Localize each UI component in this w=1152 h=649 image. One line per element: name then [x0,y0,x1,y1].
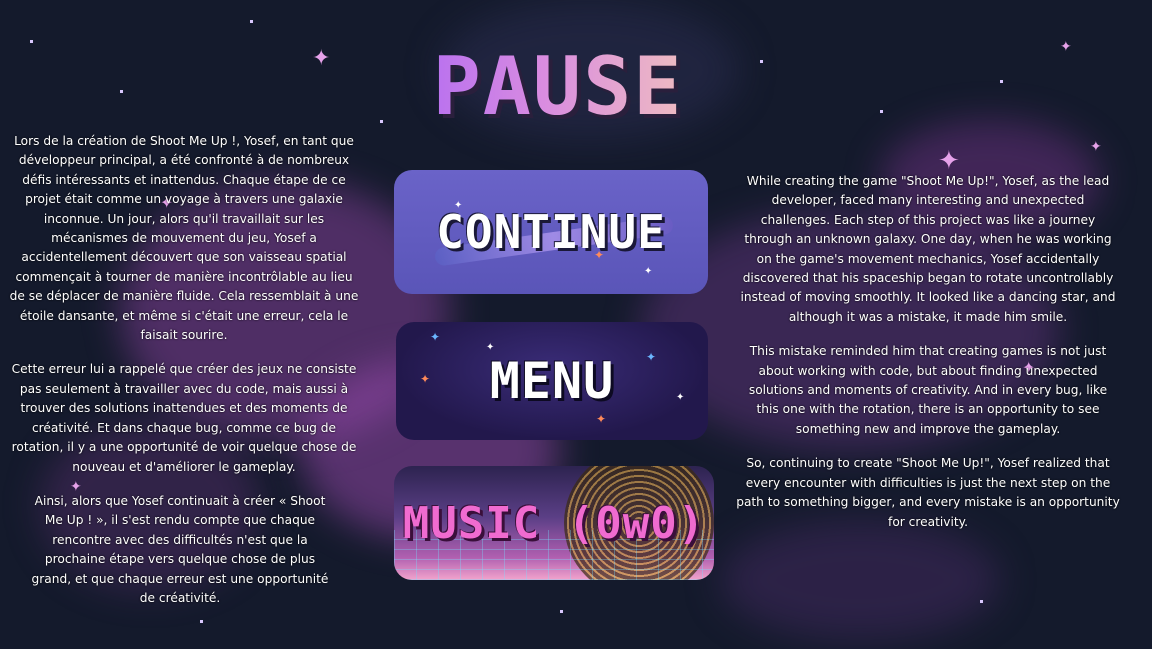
story-en-paragraph-1: While creating the game "Shoot Me Up!", … [740,174,1116,324]
story-text-english: While creating the game "Shoot Me Up!", … [736,172,1120,547]
music-button-label: MUSIC (0w0) [402,497,706,549]
menu-button[interactable]: ✦ ✦ ✦ ✦ ✦ ✦ MENU [396,322,708,440]
story-fr-paragraph-2: Cette erreur lui a rappelé que créer des… [11,362,357,474]
story-fr-paragraph-1: Lors de la création de Shoot Me Up !, Yo… [9,134,359,343]
music-button[interactable]: MUSIC (0w0) [394,466,714,580]
story-fr-paragraph-3: Ainsi, alors que Yosef continuait à crée… [31,493,329,605]
continue-button[interactable]: ✦ ✦ ✦ CONTINUE [394,170,708,294]
story-en-paragraph-3: So, continuing to create "Shoot Me Up!",… [736,456,1120,529]
continue-button-label: CONTINUE [436,205,666,259]
story-en-paragraph-2: This mistake reminded him that creating … [748,344,1108,436]
sparkle-icon: ✦ [1090,139,1102,155]
story-text-french: Lors de la création de Shoot Me Up !, Yo… [8,132,360,608]
sparkle-icon: ✦ [312,46,331,71]
sparkle-icon: ✦ [1060,39,1072,55]
sparkle-icon: ✦ [938,146,960,176]
menu-button-label: MENU [489,352,615,410]
pause-title: PAUSE [408,42,708,132]
